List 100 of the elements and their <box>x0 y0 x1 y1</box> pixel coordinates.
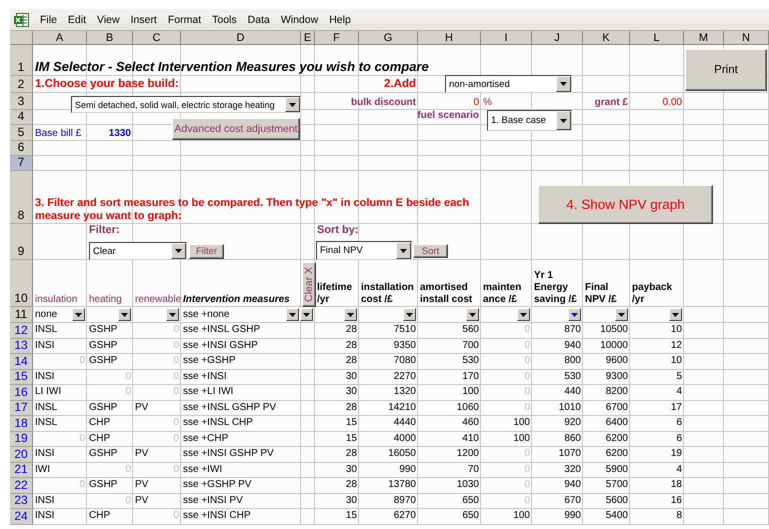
table-cell: 15 <box>346 432 357 445</box>
menu-item[interactable]: View <box>96 14 121 26</box>
menu-item[interactable]: Tools <box>211 14 238 26</box>
table-cell: 0 <box>524 324 530 336</box>
table-cell: 4440 <box>394 417 416 430</box>
column-header[interactable]: N <box>724 31 769 45</box>
table-cell: 28 <box>346 355 357 368</box>
table-cell: 0 <box>79 432 85 445</box>
table-cell: 28 <box>346 448 357 460</box>
row-header[interactable]: 6 <box>10 141 33 156</box>
table-cell: 940 <box>564 479 581 492</box>
row-header[interactable]: 15 <box>10 370 33 385</box>
table-cell: 5400 <box>606 510 628 522</box>
filter-dropdown-button[interactable] <box>568 308 581 321</box>
row-header[interactable]: 1 <box>10 45 33 76</box>
table-cell: 8970 <box>394 494 416 507</box>
menu-item[interactable]: Help <box>328 14 352 26</box>
column-header[interactable]: F <box>315 31 359 45</box>
column-header[interactable]: E <box>301 31 315 45</box>
table-cell: 6 <box>676 417 682 430</box>
filter-dropdown-button[interactable] <box>72 308 85 321</box>
row-header[interactable]: 24 <box>10 509 33 524</box>
print-button[interactable]: Print <box>685 49 767 91</box>
column-header[interactable]: L <box>630 31 684 45</box>
row-header[interactable]: 10 <box>10 260 33 307</box>
table-cell: 0 <box>524 448 530 460</box>
filter-dropdown-button[interactable] <box>166 308 179 321</box>
row-header[interactable]: 13 <box>10 338 33 354</box>
column-header[interactable]: H <box>418 31 481 45</box>
menu-item[interactable]: Window <box>280 14 320 26</box>
column-header[interactable]: G <box>359 31 418 45</box>
row-header[interactable]: 7 <box>10 156 33 171</box>
filter-dropdown-button[interactable] <box>118 308 131 321</box>
row-header[interactable]: 14 <box>10 354 33 370</box>
column-header[interactable]: C <box>133 31 181 45</box>
amortisation-dropdown[interactable]: non-amortised <box>445 75 572 93</box>
spreadsheet-icon[interactable] <box>14 12 30 28</box>
column-header[interactable]: I <box>481 31 532 45</box>
table-cell: 170 <box>462 370 479 383</box>
caret-icon <box>121 312 128 316</box>
table-cell: 7510 <box>394 324 416 336</box>
table-cell: 30 <box>346 494 357 507</box>
row-header[interactable]: 18 <box>10 416 33 432</box>
table-cell: LI IWI <box>35 386 62 398</box>
sort-button[interactable]: Sort <box>413 244 448 258</box>
table-cell: INSL <box>35 324 58 336</box>
row-header[interactable]: 9 <box>10 224 33 260</box>
menu-item[interactable]: File <box>39 14 58 26</box>
caret-icon <box>289 102 296 106</box>
table-cell: 14210 <box>388 402 416 414</box>
row-header[interactable]: 19 <box>10 432 33 447</box>
row-header[interactable]: 12 <box>10 323 33 338</box>
filter-dropdown-button[interactable] <box>344 308 357 321</box>
table-cell: 6200 <box>606 448 628 460</box>
column-header[interactable]: A <box>33 31 87 45</box>
base-build-dropdown[interactable]: Semi detached, solid wall, electric storage heating <box>71 96 301 113</box>
sort-dropdown[interactable]: Final NPV <box>316 241 412 260</box>
table-cell: sse +GSHP <box>183 355 236 368</box>
fuel-scenario-dropdown[interactable]: 1. Base case <box>487 110 572 131</box>
row-header[interactable]: 20 <box>10 447 33 462</box>
column-header[interactable]: J <box>532 31 583 45</box>
filter-dropdown[interactable]: Clear <box>89 242 187 260</box>
menu-item[interactable]: Data <box>246 14 271 26</box>
column-header[interactable]: D <box>181 31 301 45</box>
row-header[interactable]: 4 <box>10 110 33 125</box>
row-header[interactable]: 16 <box>10 385 33 400</box>
filter-dropdown-button[interactable] <box>669 308 682 321</box>
filter-button[interactable]: Filter <box>189 244 224 259</box>
row-header[interactable]: 3 <box>10 93 33 110</box>
row-header[interactable]: 5 <box>10 125 33 141</box>
column-header[interactable]: M <box>684 31 724 45</box>
table-cell: 0 <box>524 370 530 383</box>
table-cell: 15 <box>346 510 357 522</box>
table-cell: 16050 <box>388 448 416 460</box>
column-header[interactable]: B <box>87 31 133 45</box>
row-header[interactable]: 17 <box>10 400 33 416</box>
menu-item[interactable]: Format <box>166 14 202 26</box>
column-heading: amortised install cost <box>420 282 472 306</box>
table-cell: 12 <box>670 340 682 352</box>
table-cell: sse +LI IWI <box>183 386 234 398</box>
filter-dropdown-button[interactable] <box>466 308 479 321</box>
filter-dropdown-button[interactable] <box>286 308 299 321</box>
clear-x-button[interactable]: Clear X <box>302 262 316 307</box>
row-header[interactable]: 11 <box>10 307 33 323</box>
filter-dropdown-button[interactable] <box>403 308 416 321</box>
percent-unit: % <box>483 97 492 109</box>
menu-item[interactable]: Insert <box>130 14 158 26</box>
table-cell: CHP <box>89 417 110 430</box>
table-cell: GSHP <box>89 402 118 414</box>
menu-item[interactable]: Edit <box>66 14 88 26</box>
column-header[interactable]: K <box>583 31 630 45</box>
filter-dropdown-button[interactable] <box>517 308 530 321</box>
row-header[interactable]: 21 <box>10 462 33 478</box>
row-header[interactable]: 23 <box>10 494 33 509</box>
advanced-cost-button[interactable]: Advanced cost adjustment <box>172 118 300 140</box>
row-header[interactable]: 22 <box>10 478 33 494</box>
row-header[interactable]: 2 <box>10 76 33 93</box>
filter-dropdown-button[interactable] <box>300 308 313 321</box>
row-header[interactable]: 8 <box>10 171 33 224</box>
filter-dropdown-button[interactable] <box>615 308 628 321</box>
